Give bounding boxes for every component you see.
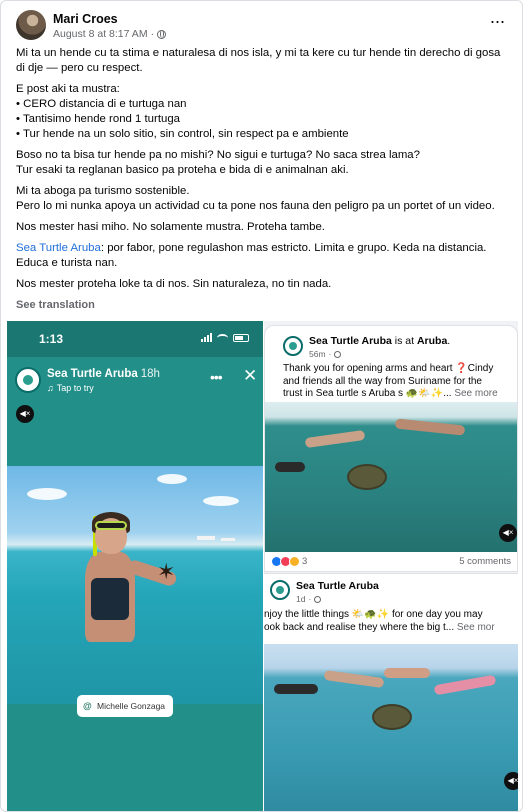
story-card: Sea Turtle Aruba 18h ♫ Tap to try ••• ✕ ◀×: [7, 357, 263, 811]
bullet-item: • Tantisimo hende rond 1 turtuga: [16, 113, 180, 125]
battery-icon: [233, 333, 249, 342]
text-line: njoy the little things 🌤️🐢✨ for one day …: [264, 609, 483, 620]
text-line: E post aki ta mustra:: [16, 83, 120, 95]
post-text: Mi ta un hende cu ta stima e naturalesa …: [16, 46, 511, 298]
page-name-link[interactable]: Sea Turtle Aruba: [296, 580, 379, 592]
story-close-button[interactable]: ✕: [243, 366, 257, 386]
is-at-text: is at: [391, 335, 417, 347]
post-options-button[interactable]: ···: [483, 10, 511, 38]
card-title: Sea Turtle Aruba: [296, 580, 379, 592]
post-media[interactable]: 1:13 Sea Turtle Aruba 18h ♫ Tap to try •••…: [7, 321, 518, 811]
turtle-icon: [372, 704, 412, 730]
author-name[interactable]: Mari Croes: [53, 12, 118, 26]
card-age[interactable]: 1d: [296, 594, 305, 604]
paragraph: E post aki ta mustra: • CERO distancia d…: [16, 82, 511, 142]
speaker-mute-icon[interactable]: ◀×: [504, 772, 518, 790]
page-logo[interactable]: [283, 336, 303, 356]
story-screenshot[interactable]: 1:13 Sea Turtle Aruba 18h ♫ Tap to try •••…: [7, 321, 263, 811]
text-run: ook back and realise they where the big …: [264, 621, 457, 633]
speaker-mute-icon[interactable]: ◀×: [16, 405, 34, 423]
status-icons: [201, 333, 249, 342]
page-name-link[interactable]: Sea Turtle Aruba: [309, 335, 392, 347]
post-timestamp[interactable]: August 8 at 8:17 AM: [53, 28, 148, 40]
text-line: Thank you for opening arms and heart ❓Ci…: [283, 363, 494, 374]
starfish-icon: ✶: [157, 559, 176, 584]
bullet-item: • Tur hende na un solo sitio, sin contro…: [16, 128, 349, 140]
signal-icon: [201, 333, 212, 342]
reactions-count: 3: [302, 556, 308, 567]
card-meta: 56m ·: [309, 349, 342, 359]
group-snorkel-video-thumbnail[interactable]: ◀×: [264, 644, 518, 811]
story-audio[interactable]: ♫ Tap to try: [47, 383, 94, 393]
story-age: 18h: [140, 368, 160, 380]
story-page-name[interactable]: Sea Turtle Aruba 18h: [47, 368, 160, 380]
story-more-button[interactable]: •••: [210, 369, 223, 385]
card-meta: 1d ·: [296, 594, 322, 604]
tagged-user-pill[interactable]: Michelle Gonzaga: [77, 695, 174, 717]
paragraph: Nos mester hasi miho. No solamente mustr…: [16, 221, 325, 233]
story-audio-label: Tap to try: [56, 383, 94, 393]
feed-screenshot[interactable]: Sea Turtle Aruba is at Aruba. 56m · Thank…: [264, 321, 518, 811]
music-note-icon: ♫: [47, 383, 54, 393]
page-mention-link[interactable]: Sea Turtle Aruba: [16, 242, 101, 254]
card-title: Sea Turtle Aruba is at Aruba.: [309, 335, 451, 347]
meta-separator: ·: [150, 28, 155, 40]
story-bottom-area: [7, 704, 263, 811]
comments-count[interactable]: 5 comments: [459, 556, 511, 567]
turtle-video-thumbnail[interactable]: ◀×: [265, 402, 517, 552]
text-line: Boso no ta bisa tur hende pa no mishi? N…: [16, 149, 420, 161]
wow-reaction-icon: [289, 556, 300, 567]
paragraph: Sea Turtle Aruba: por fabor, pone regula…: [16, 241, 511, 271]
paragraph: Boso no ta bisa tur hende pa no mishi? N…: [16, 148, 511, 178]
page-logo[interactable]: [270, 580, 290, 600]
text-line: Tur esaki ta reglanan basico pa proteha …: [16, 164, 349, 176]
facebook-post: Mari Croes August 8 at 8:17 AM · ··· Mi …: [0, 0, 523, 812]
page-logo[interactable]: [15, 367, 41, 393]
text-run: trust in Sea turtle s Aruba s 🐢🌤️✨...: [283, 388, 455, 399]
paragraph: Nos mester proteha loke ta di nos. Sin n…: [16, 278, 332, 290]
text-line: trust in Sea turtle s Aruba s 🐢🌤️✨... Se…: [283, 388, 498, 401]
card-text: njoy the little things 🌤️🐢✨ for one day …: [264, 609, 495, 634]
location-link[interactable]: Aruba: [417, 335, 447, 347]
text-line: ook back and realise they where the big …: [264, 622, 495, 635]
paragraph: Mi ta aboga pa turismo sostenible. Pero …: [16, 184, 511, 214]
status-time: 1:13: [39, 332, 64, 346]
post-header: Mari Croes August 8 at 8:17 AM · ···: [16, 10, 511, 42]
card-age[interactable]: 56m: [309, 349, 326, 359]
snorkeler-photo: ✶: [7, 466, 263, 704]
turtle-icon: [347, 464, 387, 490]
globe-icon: [314, 595, 322, 603]
text-line: Mi ta aboga pa turismo sostenible.: [16, 185, 190, 197]
paragraph: Mi ta un hende cu ta stima e naturalesa …: [16, 47, 501, 74]
text-line: and friends all the way from Suriname fo…: [283, 375, 482, 387]
feed-post-card: Sea Turtle Aruba is at Aruba. 56m · Thank…: [264, 325, 518, 572]
see-more-link[interactable]: See mor: [457, 622, 495, 633]
card-text: Thank you for opening arms and heart ❓Ci…: [283, 363, 498, 401]
see-more-link[interactable]: See more: [454, 388, 497, 399]
text-line: Pero lo mi nunka apoya un actividad cu t…: [16, 200, 495, 212]
feed-post-card: Sea Turtle Aruba 1d · njoy the little thi…: [264, 573, 518, 811]
globe-icon: [157, 29, 167, 39]
reactions-summary[interactable]: 3: [271, 556, 307, 567]
globe-icon: [334, 350, 342, 358]
post-meta: August 8 at 8:17 AM ·: [53, 28, 167, 40]
story-header: Sea Turtle Aruba 18h ♫ Tap to try ••• ✕: [15, 365, 257, 397]
speaker-mute-icon[interactable]: ◀×: [499, 524, 517, 542]
author-avatar[interactable]: [16, 10, 46, 40]
wifi-icon: [217, 333, 228, 342]
story-page-title: Sea Turtle Aruba: [47, 368, 138, 380]
phone-status-bar: 1:13: [7, 321, 263, 357]
see-translation-link[interactable]: See translation: [16, 299, 95, 311]
bullet-item: • CERO distancia di e turtuga nan: [16, 98, 187, 110]
